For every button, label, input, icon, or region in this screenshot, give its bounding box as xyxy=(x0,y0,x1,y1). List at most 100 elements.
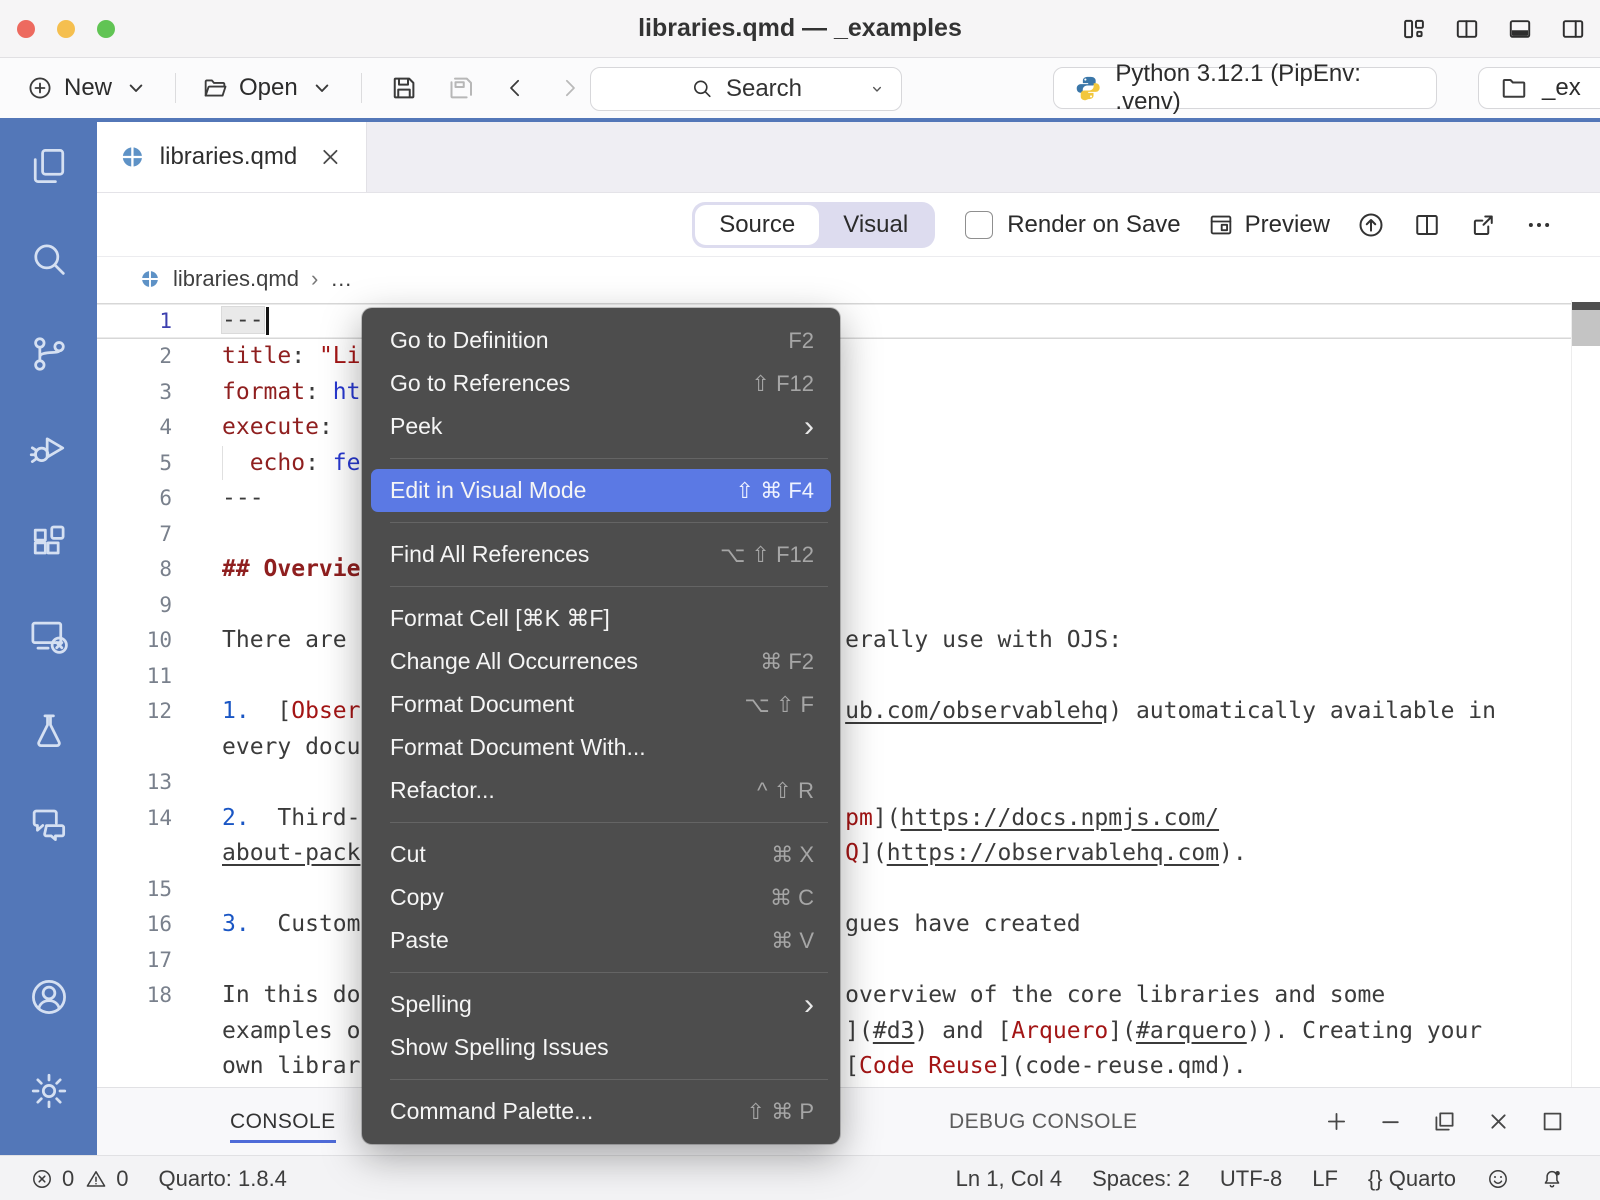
minimize-window-button[interactable] xyxy=(57,20,75,38)
new-button[interactable]: New xyxy=(22,68,154,108)
maximize-icon[interactable] xyxy=(1539,1108,1566,1135)
activity-files[interactable] xyxy=(19,136,79,196)
folder-open-icon xyxy=(201,74,229,102)
code-editor[interactable]: 1---2title: "Li3format: ht4execute:5 ech… xyxy=(97,300,1600,1087)
line-number: 2 xyxy=(97,344,172,368)
indentation-setting[interactable]: Spaces: 2 xyxy=(1092,1166,1190,1192)
activity-run-debug[interactable] xyxy=(19,418,79,478)
open-button[interactable]: Open xyxy=(197,68,340,108)
minimize-icon[interactable] xyxy=(1377,1108,1404,1135)
menu-divider xyxy=(390,972,828,973)
eol-setting[interactable]: LF xyxy=(1312,1166,1338,1192)
encoding-setting[interactable]: UTF-8 xyxy=(1220,1166,1282,1192)
code-text: every docu xyxy=(222,734,360,760)
navigate-back-button[interactable] xyxy=(503,75,529,101)
menu-item-change-all-occurrences[interactable]: Change All Occurrences⌘ F2 xyxy=(371,640,831,683)
activity-testing[interactable] xyxy=(19,700,79,760)
menu-item-peek[interactable]: Peek› xyxy=(371,405,831,448)
panel-bottom-icon[interactable] xyxy=(1507,16,1533,42)
panel-left-icon[interactable] xyxy=(1454,16,1480,42)
activity-comments[interactable] xyxy=(19,794,79,854)
render-on-save: Render on Save xyxy=(965,211,1180,239)
preview-button[interactable]: Preview xyxy=(1207,211,1330,239)
menu-item-label: Format Document xyxy=(390,691,745,718)
menu-item-shortcut: ⌘ C xyxy=(770,885,814,911)
panel-tab-debug-console[interactable]: DEBUG CONSOLE xyxy=(949,1088,1137,1155)
toggle-visual[interactable]: Visual xyxy=(819,205,932,245)
breadcrumb-file[interactable]: libraries.qmd xyxy=(173,266,299,292)
workspace-folder-button[interactable]: _ex xyxy=(1478,67,1600,109)
menu-item-shortcut: ⇧ ⌘ P xyxy=(747,1099,814,1125)
quarto-version[interactable]: Quarto: 1.8.4 xyxy=(159,1166,287,1192)
menu-item-label: Paste xyxy=(390,927,771,954)
menu-item-label: Peek xyxy=(390,413,804,440)
breadcrumb-more[interactable]: … xyxy=(330,266,352,292)
positron-window: libraries.qmd — _examples New Open xyxy=(0,0,1600,1200)
menu-item-format-document-with[interactable]: Format Document With... xyxy=(371,726,831,769)
save-button[interactable] xyxy=(389,73,419,103)
line-number: 8 xyxy=(97,557,172,581)
activity-remote[interactable] xyxy=(19,606,79,666)
editor-scrollbar[interactable] xyxy=(1571,300,1600,1087)
submenu-arrow-icon: › xyxy=(804,995,814,1015)
layout-customize-icon[interactable] xyxy=(1401,16,1427,42)
menu-item-shortcut: ⌘ X xyxy=(771,842,814,868)
save-all-button[interactable] xyxy=(446,73,476,103)
activity-account[interactable] xyxy=(19,967,79,1027)
menu-item-copy[interactable]: Copy⌘ C xyxy=(371,876,831,919)
close-icon[interactable] xyxy=(1485,1108,1512,1135)
language-mode[interactable]: {} Quarto xyxy=(1368,1166,1456,1192)
menu-item-spelling[interactable]: Spelling› xyxy=(371,983,831,1026)
scrollbar-thumb[interactable] xyxy=(1572,310,1600,346)
panel-tab-label: CONSOLE xyxy=(230,1110,336,1143)
notifications-button[interactable] xyxy=(1540,1167,1564,1191)
menu-item-format-cell-k-f[interactable]: Format Cell [⌘K ⌘F] xyxy=(371,597,831,640)
problems-errors[interactable]: 0 xyxy=(30,1166,74,1192)
settings-icon xyxy=(27,1069,71,1113)
activity-search[interactable] xyxy=(19,230,79,290)
close-window-button[interactable] xyxy=(17,20,35,38)
interpreter-selector[interactable]: Python 3.12.1 (PipEnv: .venv) xyxy=(1053,67,1437,109)
menu-item-show-spelling-issues[interactable]: Show Spelling Issues xyxy=(371,1026,831,1069)
status-bar: 0 0 Quarto: 1.8.4 Ln 1, Col 4 Spaces: 2 … xyxy=(0,1155,1600,1200)
add-icon[interactable] xyxy=(1323,1108,1350,1135)
split-editor-icon[interactable] xyxy=(1412,210,1442,240)
toggle-source[interactable]: Source xyxy=(695,205,819,245)
menu-item-find-all-references[interactable]: Find All References⌥ ⇧ F12 xyxy=(371,533,831,576)
navigate-forward-button[interactable] xyxy=(556,75,582,101)
code-text: --- xyxy=(222,307,269,335)
feedback-button[interactable] xyxy=(1486,1167,1510,1191)
menu-item-label: Cut xyxy=(390,841,771,868)
menu-item-format-document[interactable]: Format Document⌥ ⇧ F xyxy=(371,683,831,726)
global-search-input[interactable]: Search xyxy=(590,67,902,111)
menu-item-refactor[interactable]: Refactor...^ ⇧ R xyxy=(371,769,831,812)
code-text: ## Overvie xyxy=(222,556,360,582)
menu-item-cut[interactable]: Cut⌘ X xyxy=(371,833,831,876)
activity-settings[interactable] xyxy=(19,1061,79,1121)
cursor-position[interactable]: Ln 1, Col 4 xyxy=(956,1166,1062,1192)
editor-tab-strip: libraries.qmd xyxy=(97,122,1600,193)
render-on-save-checkbox[interactable] xyxy=(965,211,993,239)
activity-extensions[interactable] xyxy=(19,512,79,572)
activity-source-control[interactable] xyxy=(19,324,79,384)
menu-item-go-to-references[interactable]: Go to References⇧ F12 xyxy=(371,362,831,405)
menu-item-command-palette[interactable]: Command Palette...⇧ ⌘ P xyxy=(371,1090,831,1133)
render-icon[interactable] xyxy=(1356,210,1386,240)
breadcrumb-separator: › xyxy=(311,266,318,292)
restore-icon[interactable] xyxy=(1431,1108,1458,1135)
open-in-new-window-icon[interactable] xyxy=(1468,210,1498,240)
more-actions-icon[interactable] xyxy=(1524,210,1554,240)
close-tab-icon[interactable] xyxy=(317,143,344,171)
menu-item-edit-in-visual-mode[interactable]: Edit in Visual Mode⇧ ⌘ F4 xyxy=(371,469,831,512)
menu-item-go-to-definition[interactable]: Go to DefinitionF2 xyxy=(371,319,831,362)
problems-warnings[interactable]: 0 xyxy=(84,1166,128,1192)
panel-tab-console[interactable]: CONSOLE xyxy=(230,1088,336,1155)
run-debug-icon xyxy=(27,426,71,470)
zoom-window-button[interactable] xyxy=(97,20,115,38)
overview-ruler-cursor-marker xyxy=(1572,302,1600,310)
tab-libraries-qmd[interactable]: libraries.qmd xyxy=(97,122,367,192)
panel-right-icon[interactable] xyxy=(1560,16,1586,42)
top-action-bar: New Open Search Python 3.12.1 (PipEnv: .… xyxy=(0,58,1600,118)
line-number: 10 xyxy=(97,628,172,652)
menu-item-paste[interactable]: Paste⌘ V xyxy=(371,919,831,962)
